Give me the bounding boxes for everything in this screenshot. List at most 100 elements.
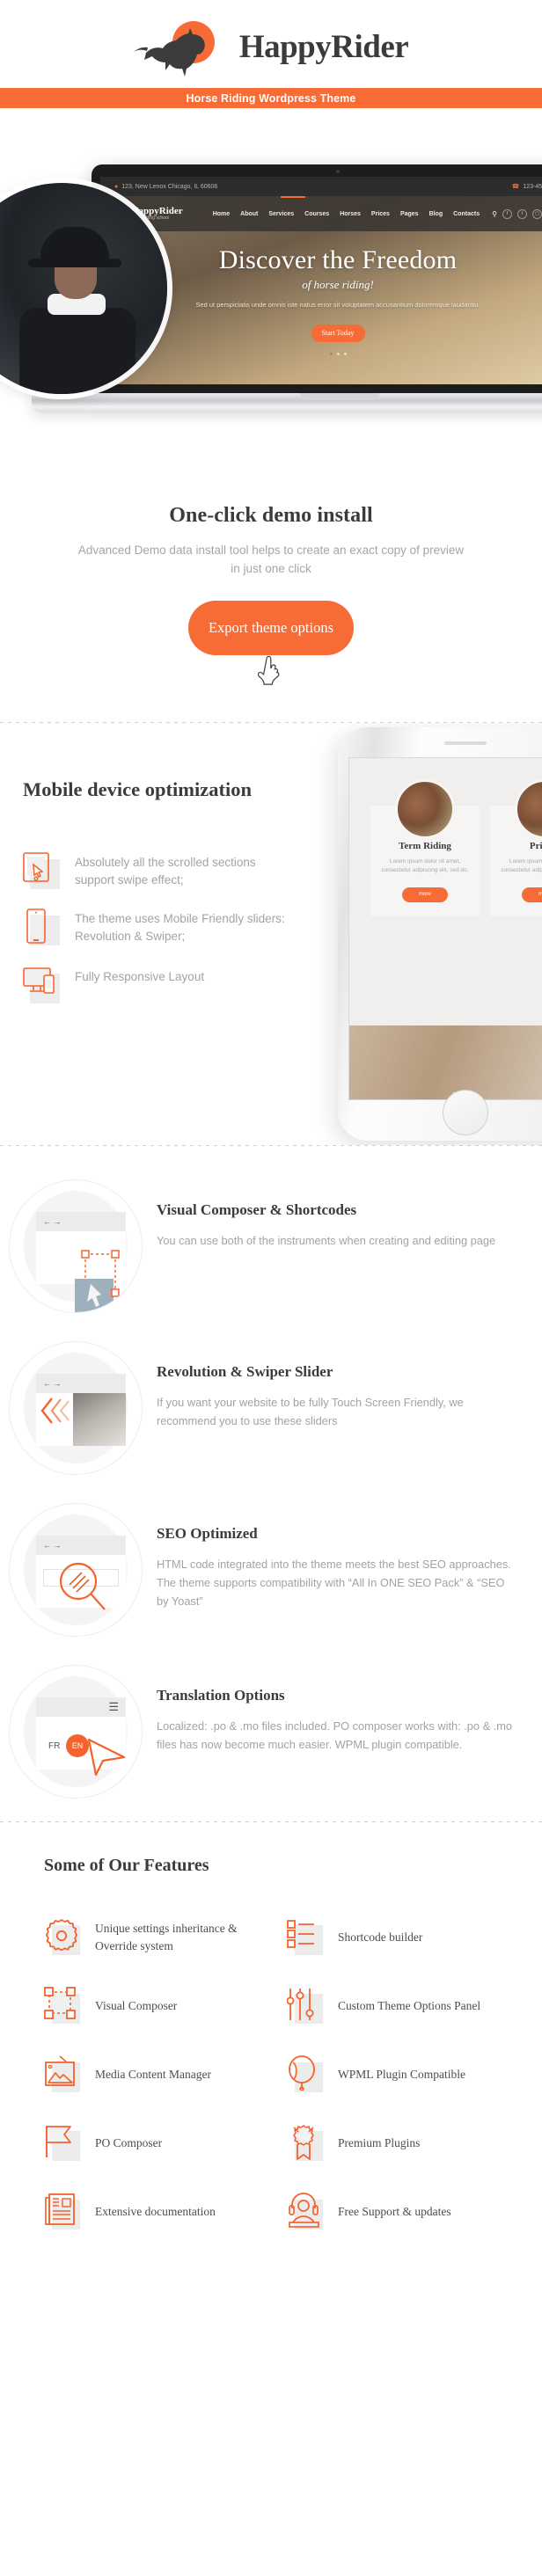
export-theme-options-button[interactable]: Export theme options: [188, 600, 354, 655]
newspaper-icon: [44, 2193, 81, 2231]
brand-header: HappyRider: [0, 0, 542, 88]
card-text: Lorem ipsum dolor sit amet, consectetur …: [381, 857, 469, 874]
tablet-touch-icon: [23, 851, 60, 889]
mobile-feature-list: Absolutely all the scrolled sections sup…: [23, 851, 290, 1003]
nav-item-pages[interactable]: Pages: [400, 211, 419, 217]
demo-description: Advanced Demo data install tool helps to…: [77, 544, 465, 575]
list-item: Unique settings inheritance & Override s…: [44, 1918, 276, 1957]
card-more-button[interactable]: more: [522, 887, 542, 902]
preview-navbar: HappyRider Horse riding school Home Abou…: [100, 196, 542, 231]
feature-title: SEO Optimized: [157, 1524, 258, 1542]
hero-title: Discover the Freedom: [218, 245, 458, 274]
lang-inactive[interactable]: FR: [48, 1741, 60, 1751]
gear-icon: [44, 1918, 81, 1957]
smartphone-icon: [23, 909, 60, 948]
map-pin-icon: ●: [114, 183, 119, 190]
start-today-button[interactable]: Start Today: [311, 324, 365, 342]
list-item: The theme uses Mobile Friendly sliders: …: [23, 909, 290, 948]
list-item: Absolutely all the scrolled sections sup…: [23, 851, 290, 890]
nav-item-about[interactable]: About: [240, 211, 258, 217]
feature-rows: ← → Visual Composer & Shortcodes You can…: [0, 1146, 542, 1821]
section-title: Some of Our Features: [44, 1855, 209, 1875]
instagram-icon[interactable]: ▢: [531, 208, 542, 219]
sliders-icon: [286, 1987, 324, 2025]
card-title: Private: [529, 840, 542, 851]
phone-screen: Term Riding Lorem ipsum dolor sit amet, …: [348, 756, 542, 1100]
headset-support-icon: [287, 2192, 324, 2231]
list-item-label: The theme uses Mobile Friendly sliders: …: [75, 911, 285, 944]
features-grid: Unique settings inheritance & Override s…: [23, 1918, 519, 2231]
phone-mockup: Term Riding Lorem ipsum dolor sit amet, …: [338, 726, 542, 1141]
feature-description: If you want your website to be fully Tou…: [157, 1396, 464, 1428]
theme-promo-page: HappyRider Horse Riding Wordpress Theme …: [0, 0, 542, 2576]
hero-laptop-preview: ● 123, New Lenox Chicago, IL 60606 ☎ 123…: [0, 108, 542, 486]
avatar: [395, 778, 455, 839]
list-item: Media Content Manager: [44, 2055, 276, 2094]
nav-item-horses[interactable]: Horses: [340, 211, 361, 217]
card-title: Term Riding: [399, 840, 451, 851]
phone-home-button[interactable]: [443, 1089, 488, 1135]
feature-title: Translation Options: [157, 1686, 285, 1704]
slider-arrows-icon: ← →: [9, 1340, 143, 1475]
nav-item-services[interactable]: Services: [268, 211, 294, 217]
preview-hero-copy: Discover the Freedom of horse riding! Se…: [100, 245, 542, 355]
phone-photo-banner: [349, 1025, 542, 1099]
brand-name: HappyRider: [238, 28, 409, 65]
preview-menu[interactable]: Home About Services Courses Horses Price…: [213, 211, 480, 217]
responsive-devices-icon: [23, 967, 60, 1003]
preview-topbar: ● 123, New Lenox Chicago, IL 60606 ☎ 123…: [100, 177, 542, 196]
mobile-optimization-section: Mobile device optimization Absolutely al…: [0, 723, 542, 1145]
feature-row-translation: ☰ FR EN Translation Options Localized: .…: [0, 1651, 542, 1813]
search-icon[interactable]: ⚲: [492, 210, 497, 218]
nav-item-courses[interactable]: Courses: [304, 211, 329, 217]
mobile-section-title: Mobile device optimization: [23, 777, 252, 800]
facebook-icon[interactable]: f: [502, 208, 512, 219]
demo-title: One-click demo install: [169, 504, 373, 527]
list-item: Free Support & updates: [287, 2192, 519, 2231]
nav-item-blog[interactable]: Blog: [429, 211, 443, 217]
demo-install-section: One-click demo install Advanced Demo dat…: [0, 486, 542, 722]
slider-dots[interactable]: [100, 352, 542, 355]
feature-row-sliders: ← → Revolution & Swiper Slider If you wa…: [0, 1327, 542, 1489]
pointing-hand-cursor-icon: [257, 655, 280, 685]
avatar: [515, 778, 542, 839]
list-item-label: Extensive documentation: [95, 2204, 216, 2218]
card-more-button[interactable]: more: [402, 887, 448, 902]
slider-dot-2[interactable]: [336, 352, 340, 355]
list-item: Shortcode builder: [287, 1918, 519, 1957]
feature-title: Visual Composer & Shortcodes: [157, 1200, 357, 1218]
image-frame-icon: [44, 2055, 81, 2094]
list-item: WPML Plugin Compatible: [287, 2054, 519, 2094]
list-item-label: Shortcode builder: [338, 1930, 423, 1944]
list-item-label: Premium Plugins: [338, 2135, 421, 2149]
list-item: Term Riding Lorem ipsum dolor sit amet, …: [370, 778, 480, 916]
globe-icon: [287, 2054, 324, 2094]
flag-icon: [44, 2124, 81, 2163]
laptop-camera-icon: [336, 170, 340, 173]
dashed-box-icon: [44, 1986, 81, 2025]
browser-drag-handles-icon: ← →: [9, 1179, 143, 1313]
list-item-label: Absolutely all the scrolled sections sup…: [75, 855, 256, 887]
list-item-label: Unique settings inheritance & Override s…: [95, 1921, 238, 1952]
feature-row-seo: ← → SEO Optimized HTML code integrated i…: [0, 1489, 542, 1651]
language-switch-icon: ☰ FR EN: [9, 1664, 143, 1799]
slider-dot-3[interactable]: [343, 352, 347, 355]
laptop-base: [32, 393, 542, 412]
feature-row-visual-composer: ← → Visual Composer & Shortcodes You can…: [0, 1165, 542, 1327]
list-item-label: Visual Composer: [95, 1998, 178, 2012]
magnifier-search-icon: ← →: [9, 1502, 143, 1637]
list-item-label: PO Composer: [95, 2135, 163, 2149]
award-ribbon-icon: [287, 2124, 324, 2163]
nav-accent-bar: [281, 196, 305, 198]
feature-description: You can use both of the instruments when…: [157, 1234, 496, 1248]
list-item-label: Custom Theme Options Panel: [338, 1998, 481, 2012]
nav-item-prices[interactable]: Prices: [371, 211, 390, 217]
preview-phone: 123-456-7890: [523, 183, 542, 190]
phone-icon: ☎: [511, 184, 520, 190]
nav-item-contacts[interactable]: Contacts: [453, 211, 480, 217]
nav-item-home[interactable]: Home: [213, 211, 230, 217]
slider-dot-1[interactable]: [329, 352, 333, 355]
list-item: Visual Composer: [44, 1986, 276, 2025]
twitter-icon[interactable]: t: [516, 208, 527, 219]
lang-active[interactable]: EN: [66, 1733, 89, 1757]
